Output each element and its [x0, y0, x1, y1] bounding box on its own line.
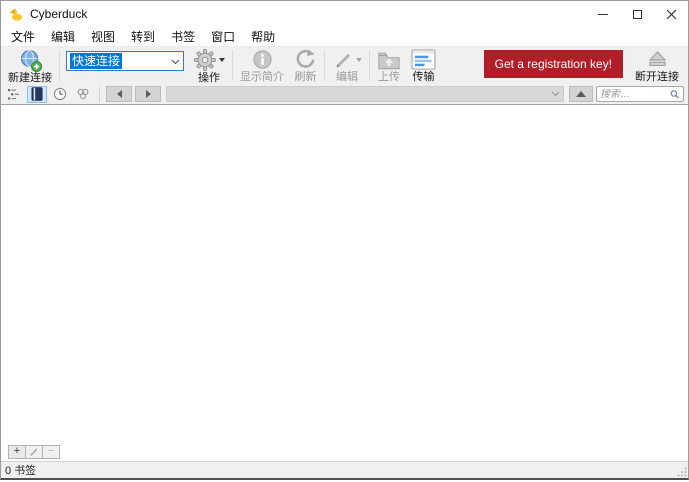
go-up-button[interactable] — [569, 86, 593, 102]
action-label: 操作 — [198, 72, 220, 84]
close-button[interactable] — [654, 1, 688, 27]
disconnect-button[interactable]: 断开连接 — [630, 48, 684, 83]
registration-key-button[interactable]: Get a registration key! — [483, 49, 623, 78]
new-connection-button[interactable]: 新建连接 — [3, 48, 57, 84]
title-bar: Cyberduck — [1, 1, 688, 27]
eject-icon — [646, 48, 669, 71]
toolbar-separator — [369, 50, 370, 81]
pencil-icon — [332, 49, 354, 71]
maximize-button[interactable] — [620, 1, 654, 27]
bookmarks-view-button[interactable] — [27, 85, 47, 103]
bookmark-count-text: 0 书签 — [5, 465, 37, 477]
up-arrow-icon — [576, 91, 586, 97]
quick-connect-value: 快速连接 — [70, 53, 123, 69]
menu-file[interactable]: 文件 — [3, 27, 43, 47]
edit-label: 编辑 — [336, 71, 358, 83]
search-box — [596, 86, 684, 102]
back-button[interactable] — [106, 86, 132, 102]
edit-button[interactable]: 编辑 — [327, 48, 367, 83]
menu-bar: 文件 编辑 视图 转到 书签 窗口 帮助 — [1, 27, 688, 47]
resize-grip[interactable] — [677, 467, 687, 477]
menu-window[interactable]: 窗口 — [203, 27, 243, 47]
chevron-down-icon — [171, 52, 180, 70]
window-controls — [586, 1, 688, 27]
history-view-button[interactable] — [50, 86, 70, 103]
refresh-label: 刷新 — [294, 71, 317, 83]
disconnect-label: 断开连接 — [635, 71, 679, 83]
main-toolbar: 新建连接 快速连接 操作 显示简介 刷新 编辑 上传 传输 Get a regi… — [1, 47, 688, 84]
bonjour-view-button[interactable] — [73, 86, 93, 103]
menu-go[interactable]: 转到 — [123, 27, 163, 47]
menu-edit[interactable]: 编辑 — [43, 27, 83, 47]
folder-upload-icon — [377, 48, 401, 71]
gear-icon — [193, 48, 217, 72]
bookmark-action-bar: + − — [1, 442, 688, 461]
outline-view-icon — [8, 89, 19, 100]
edit-dropdown-arrow-icon — [356, 57, 362, 62]
new-connection-label: 新建连接 — [8, 72, 52, 84]
edit-bookmark-button[interactable] — [25, 444, 43, 459]
get-info-button[interactable]: 显示简介 — [235, 48, 289, 83]
refresh-button[interactable]: 刷新 — [289, 48, 322, 83]
minimize-icon — [598, 13, 608, 15]
window-title: Cyberduck — [30, 7, 88, 21]
nav-separator — [99, 86, 100, 102]
action-button[interactable]: 操作 — [188, 48, 230, 84]
globe-plus-icon — [18, 48, 43, 72]
transfers-label: 传输 — [412, 71, 435, 83]
quick-connect-combobox[interactable]: 快速连接 — [66, 51, 184, 71]
browser-view-button[interactable] — [4, 86, 24, 103]
menu-bookmarks[interactable]: 书签 — [163, 27, 203, 47]
forward-arrow-icon — [145, 90, 151, 98]
back-arrow-icon — [116, 90, 122, 98]
toolbar-separator — [232, 50, 233, 81]
pencil-icon — [30, 447, 38, 456]
bonjour-icon — [77, 88, 89, 100]
transfers-icon — [411, 48, 436, 71]
menu-help[interactable]: 帮助 — [243, 27, 283, 47]
refresh-icon — [294, 48, 317, 71]
quick-connect-wrap: 快速连接 — [62, 48, 188, 83]
toolbar-separator — [59, 50, 60, 81]
close-icon — [666, 9, 676, 19]
forward-button[interactable] — [135, 86, 161, 102]
upload-label: 上传 — [378, 71, 400, 83]
add-bookmark-button[interactable]: + — [8, 444, 26, 459]
bookmark-book-icon — [31, 87, 43, 101]
transfers-button[interactable]: 传输 — [406, 48, 441, 83]
search-icon — [670, 89, 680, 99]
menu-view[interactable]: 视图 — [83, 27, 123, 47]
maximize-icon — [632, 9, 642, 19]
history-clock-icon — [53, 87, 67, 101]
status-bar: 0 书签 — [1, 461, 688, 478]
upload-button[interactable]: 上传 — [372, 48, 406, 83]
bookmark-list-area[interactable] — [1, 105, 688, 442]
get-info-label: 显示简介 — [240, 71, 284, 83]
toolbar-separator — [324, 50, 325, 81]
navigation-bar — [1, 84, 688, 105]
search-input[interactable] — [600, 88, 671, 100]
app-duck-icon — [9, 7, 24, 22]
remove-bookmark-button[interactable]: − — [42, 444, 60, 459]
path-dropdown[interactable] — [166, 86, 564, 102]
chevron-down-icon — [551, 91, 560, 97]
cyberduck-window: Cyberduck 文件 编辑 视图 转到 书签 窗口 帮助 新建连接 快速连接… — [0, 0, 689, 480]
info-icon — [251, 48, 274, 71]
minimize-button[interactable] — [586, 1, 620, 27]
action-dropdown-arrow-icon — [219, 58, 225, 62]
